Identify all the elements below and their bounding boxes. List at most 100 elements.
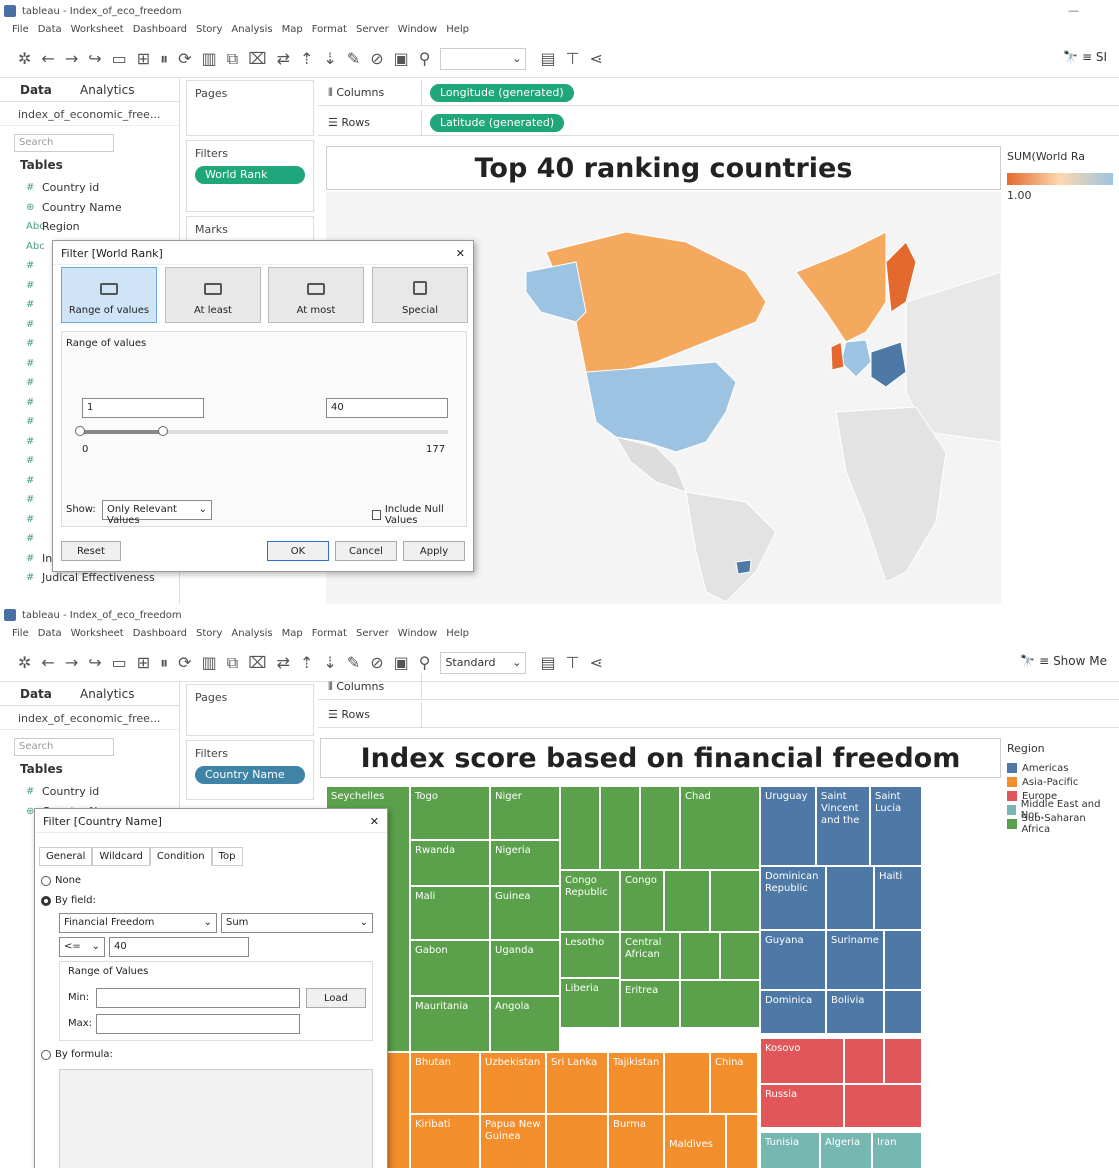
field-item[interactable]: Abc Region [0, 217, 179, 237]
treemap-tile[interactable]: Dominican Republic [760, 866, 826, 930]
treemap-tile[interactable]: Central African [620, 932, 680, 980]
sort-desc-icon[interactable]: ⇣ [323, 49, 336, 68]
radio-by-formula[interactable]: By formula: [41, 1049, 113, 1060]
minimize-icon[interactable]: — [1068, 4, 1079, 17]
treemap-tile[interactable]: Iran [872, 1132, 922, 1168]
treemap-tile[interactable]: Sri Lanka [546, 1052, 608, 1114]
treemap-tile[interactable]: Rwanda [410, 840, 490, 886]
tab-top[interactable]: Top [211, 847, 243, 866]
treemap-tile[interactable]: Maldives [664, 1114, 726, 1168]
menu-dashboard[interactable]: Dashboard [133, 24, 187, 35]
treemap-tile[interactable]: Guyana [760, 930, 826, 990]
treemap-tile[interactable] [826, 866, 874, 930]
group-icon[interactable]: ⊘ [370, 49, 383, 68]
pause-icon[interactable]: ⏸ [160, 653, 168, 673]
apply-button[interactable]: Apply [403, 541, 465, 561]
filter-pill-world-rank[interactable]: World Rank [195, 166, 305, 184]
treemap-tile[interactable]: Congo Republic [560, 870, 620, 932]
menu-server[interactable]: Server [356, 628, 389, 639]
tableau-icon[interactable]: ✲ [18, 49, 31, 68]
forward-icon[interactable]: → [65, 49, 78, 68]
option-special[interactable]: Special [372, 267, 468, 323]
option-at-least[interactable]: At least [165, 267, 261, 323]
new-sheet-icon[interactable]: ▥ [202, 49, 217, 68]
menu-story[interactable]: Story [196, 628, 222, 639]
radio-by-field[interactable]: By field: [41, 895, 96, 906]
condition-value-input[interactable]: 40 [109, 937, 249, 957]
treemap-tile[interactable]: Mauritania [410, 996, 490, 1052]
share-icon[interactable]: ⋖ [590, 653, 603, 672]
treemap-tile[interactable]: Mali [410, 886, 490, 940]
treemap-tile[interactable]: Angola [490, 996, 560, 1052]
menu-analysis[interactable]: Analysis [231, 24, 272, 35]
range-max-input[interactable] [96, 1014, 300, 1034]
pin-icon[interactable]: ⚲ [419, 653, 431, 672]
menu-map[interactable]: Map [282, 628, 303, 639]
menu-window[interactable]: Window [398, 628, 437, 639]
range-slider-max-handle[interactable] [157, 426, 168, 436]
field-item[interactable]: ⊕ Country Name [0, 198, 179, 218]
refresh-icon[interactable]: ⟳ [178, 653, 191, 672]
treemap-tile[interactable]: Nigeria [490, 840, 560, 886]
treemap-tile[interactable]: Bhutan [410, 1052, 480, 1114]
treemap-tile[interactable]: Saint Lucia [870, 786, 922, 866]
menu-data[interactable]: Data [38, 24, 62, 35]
treemap-tile[interactable] [664, 1052, 710, 1114]
treemap-tile[interactable] [884, 990, 922, 1034]
group-icon[interactable]: ⊘ [370, 653, 383, 672]
treemap-tile[interactable] [726, 1114, 758, 1168]
presentation-icon[interactable]: ⊤ [566, 653, 580, 672]
sort-desc-icon[interactable]: ⇣ [323, 653, 336, 672]
presentation-icon[interactable]: ⊤ [566, 49, 580, 68]
menu-file[interactable]: File [12, 24, 29, 35]
treemap-tile[interactable] [844, 1084, 922, 1128]
menu-data[interactable]: Data [38, 628, 62, 639]
close-icon[interactable]: ✕ [456, 247, 465, 260]
sort-asc-icon[interactable]: ⇡ [300, 653, 313, 672]
max-value-input[interactable]: 40 [326, 398, 448, 418]
treemap-tile[interactable]: Chad [680, 786, 760, 870]
field-select[interactable]: Financial Freedom ⌄ [59, 913, 217, 933]
legend-item[interactable]: Sub-Saharan Africa [1007, 813, 1113, 835]
menu-worksheet[interactable]: Worksheet [71, 628, 124, 639]
highlight-icon[interactable]: ✎ [347, 653, 360, 672]
treemap-tile[interactable] [600, 786, 640, 870]
search-input[interactable]: Search [14, 738, 114, 756]
menu-format[interactable]: Format [312, 628, 347, 639]
datasource-name[interactable]: index_of_economic_free... [0, 706, 179, 730]
legend-item[interactable]: Americas [1007, 761, 1113, 775]
label-icon[interactable]: ▣ [394, 49, 409, 68]
treemap-tile[interactable]: Lesotho [560, 932, 620, 978]
save-icon[interactable]: ▭ [112, 49, 127, 68]
highlight-icon[interactable]: ✎ [347, 49, 360, 68]
treemap-tile[interactable] [640, 786, 680, 870]
columns-pill[interactable]: Longitude (generated) [430, 83, 574, 102]
fit-select[interactable]: Standard ⌄ [440, 651, 527, 674]
menu-help[interactable]: Help [446, 24, 469, 35]
menu-analysis[interactable]: Analysis [231, 628, 272, 639]
show-me-button[interactable]: 🔭 ≡ SI [1063, 50, 1107, 64]
tab-data[interactable]: Data [0, 78, 60, 101]
sort-asc-icon[interactable]: ⇡ [300, 49, 313, 68]
duplicate-icon[interactable]: ⧉ [227, 49, 238, 69]
treemap-tile[interactable] [720, 932, 760, 980]
datasource-name[interactable]: index_of_economic_free... [0, 102, 179, 126]
operator-select[interactable]: <= ⌄ [59, 937, 105, 957]
treemap-tile[interactable] [884, 1038, 922, 1084]
cancel-button[interactable]: Cancel [335, 541, 397, 561]
option-at-most[interactable]: At most [268, 267, 364, 323]
treemap-tile[interactable] [664, 870, 710, 932]
tableau-icon[interactable]: ✲ [18, 653, 31, 672]
treemap-tile[interactable]: Uzbekistan [480, 1052, 546, 1114]
menu-file[interactable]: File [12, 628, 29, 639]
treemap-tile[interactable]: Niger [490, 786, 560, 840]
menu-window[interactable]: Window [398, 24, 437, 35]
menu-story[interactable]: Story [196, 24, 222, 35]
treemap-tile[interactable]: Uruguay [760, 786, 816, 866]
search-input[interactable]: Search [14, 134, 114, 152]
tab-analytics[interactable]: Analytics [60, 78, 135, 101]
formula-textarea[interactable] [59, 1069, 373, 1168]
aggregation-select[interactable]: Sum ⌄ [221, 913, 373, 933]
treemap-tile[interactable] [884, 930, 922, 990]
clear-icon[interactable]: ⌧ [248, 653, 266, 672]
